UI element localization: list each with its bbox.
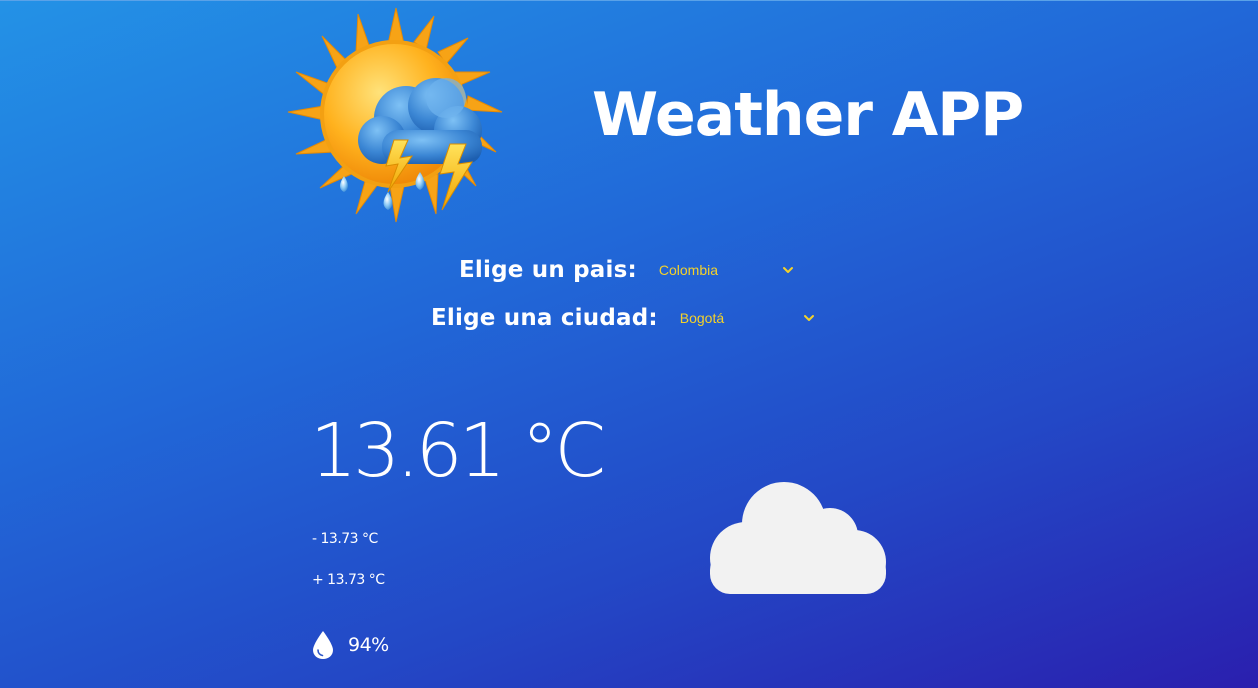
country-select-value: Colombia (658, 262, 719, 278)
humidity: 94% (312, 630, 389, 660)
current-temperature: 13.61 °C (310, 408, 606, 494)
top-border (0, 0, 1258, 1)
city-selector-row: Elige una ciudad: Bogotá (431, 304, 816, 332)
water-drop-icon (313, 631, 333, 659)
country-select[interactable]: Colombia (659, 256, 795, 284)
city-label: Elige una ciudad: (431, 305, 658, 331)
city-select[interactable]: Bogotá (680, 304, 816, 332)
min-temperature: - 13.73 °C (312, 531, 378, 547)
cloud-icon (710, 482, 886, 594)
country-selector-row: Elige un pais: Colombia (459, 256, 795, 284)
chevron-down-icon (782, 267, 793, 273)
humidity-value: 94% (348, 634, 389, 656)
country-label: Elige un pais: (459, 257, 637, 283)
chevron-down-icon (803, 315, 814, 321)
max-temperature: + 13.73 °C (312, 572, 385, 588)
app-title: Weather APP (592, 80, 1024, 150)
sun-cloud-storm-icon (287, 7, 503, 223)
city-select-value: Bogotá (679, 310, 725, 326)
